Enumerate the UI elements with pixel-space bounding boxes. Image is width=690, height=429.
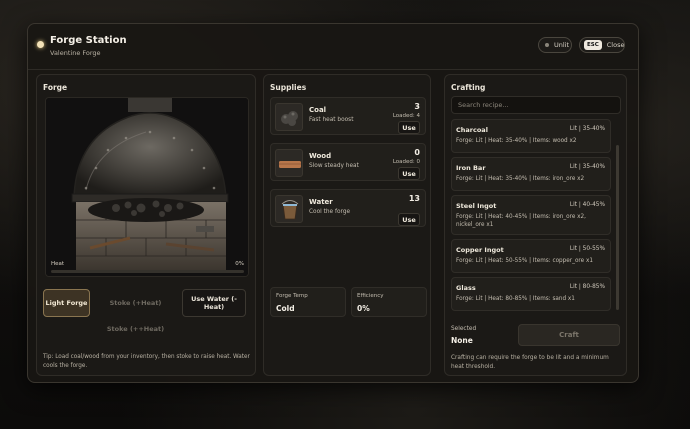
stoke-button[interactable]: Stoke (+Heat) [99, 289, 172, 317]
forge-tip: Tip: Load coal/wood from your inventory,… [43, 354, 250, 370]
recipe-item-steel-ingot[interactable]: Steel Ingot Lit | 40-45% Forge: Lit | He… [451, 195, 611, 235]
supply-desc: Cool the forge [309, 209, 351, 215]
selected-value: None [451, 336, 473, 345]
recipe-detail: Forge: Lit | Heat: 50-55% | Items: coppe… [456, 258, 593, 264]
recipe-tag: Lit | 35-40% [569, 126, 605, 132]
recipe-name: Glass [456, 284, 476, 292]
water-bucket-icon [275, 195, 303, 223]
supply-loaded: Loaded: 4 [392, 113, 420, 119]
supply-row-water: Water Cool the forge 13 Use [270, 189, 426, 227]
recipe-item-glass[interactable]: Glass Lit | 80-85% Forge: Lit | Heat: 80… [451, 277, 611, 311]
window-title: Forge Station [50, 35, 127, 46]
supply-loaded: Loaded: 0 [392, 159, 420, 165]
use-coal-button[interactable]: Use [398, 121, 420, 134]
recipe-name: Copper Ingot [456, 246, 504, 254]
recipe-detail: Forge: Lit | Heat: 80-85% | Items: sand … [456, 296, 575, 302]
heat-label: Heat [51, 261, 65, 267]
efficiency-label: Efficiency [357, 293, 384, 299]
supply-qty: 3 [414, 102, 420, 111]
coal-icon [275, 103, 303, 131]
status-dot-icon [545, 43, 549, 47]
stoke-more-button[interactable]: Stoke (++Heat) [99, 320, 172, 338]
recipe-list[interactable]: Charcoal Lit | 35-40% Forge: Lit | Heat:… [451, 119, 617, 311]
supply-qty: 0 [414, 148, 420, 157]
efficiency-value: 0% [357, 304, 370, 313]
status-light-icon [37, 41, 44, 48]
recipe-tag: Lit | 35-40% [569, 164, 605, 170]
window-header: Forge Station Valentine Forge Unlit ESC … [28, 24, 638, 70]
supply-desc: Fast heat boost [309, 117, 354, 123]
supply-row-coal: Coal Fast heat boost 3 Loaded: 4 Use [270, 97, 426, 135]
wood-icon [275, 149, 303, 177]
forge-illustration [46, 98, 248, 276]
forge-temp-label: Forge Temp [276, 293, 308, 299]
use-water-supply-button[interactable]: Use [398, 213, 420, 226]
crafting-panel: Crafting Charcoal Lit | 35-40% Forge: Li… [444, 74, 627, 376]
heat-progress-bar [51, 270, 244, 273]
supply-name: Coal [309, 106, 327, 114]
recipe-tag: Lit | 40-45% [569, 202, 605, 208]
craft-button[interactable]: Craft [518, 324, 620, 346]
recipe-search-input[interactable] [451, 96, 621, 114]
supply-name: Wood [309, 152, 332, 160]
recipe-item-charcoal[interactable]: Charcoal Lit | 35-40% Forge: Lit | Heat:… [451, 119, 611, 153]
supply-row-wood: Wood Slow steady heat 0 Loaded: 0 Use [270, 143, 426, 181]
forge-station-window: Forge Station Valentine Forge Unlit ESC … [27, 23, 639, 383]
forge-status-badge: Unlit [538, 37, 572, 53]
forge-image: Heat 0% [45, 97, 249, 277]
close-button[interactable]: ESC Close [579, 37, 625, 53]
close-label: Close [606, 41, 625, 49]
selected-label: Selected [451, 326, 477, 332]
supply-qty: 13 [408, 194, 420, 203]
recipe-item-copper-ingot[interactable]: Copper Ingot Lit | 50-55% Forge: Lit | H… [451, 239, 611, 273]
forge-panel-title: Forge [43, 83, 68, 92]
esc-key-hint: ESC [584, 40, 602, 50]
supplies-panel: Supplies Coal Fast heat boost 3 Loaded: … [263, 74, 431, 376]
use-water-button[interactable]: Use Water (-Heat) [182, 289, 246, 317]
use-wood-button[interactable]: Use [398, 167, 420, 180]
forge-temp-stat: Forge Temp Cold [270, 287, 346, 317]
forge-panel: Forge Heat 0% Light Forge Stoke (+Heat) … [36, 74, 256, 376]
supplies-panel-title: Supplies [270, 83, 307, 92]
efficiency-stat: Efficiency 0% [351, 287, 427, 317]
recipe-tag: Lit | 50-55% [569, 246, 605, 252]
recipe-name: Iron Bar [456, 164, 486, 172]
supply-name: Water [309, 198, 333, 206]
supply-desc: Slow steady heat [309, 163, 359, 169]
heat-value: 0% [235, 261, 244, 267]
forge-temp-value: Cold [276, 304, 295, 313]
recipe-detail: Forge: Lit | Heat: 35-40% | Items: iron_… [456, 176, 585, 182]
recipe-name: Charcoal [456, 126, 488, 134]
recipe-tag: Lit | 80-85% [569, 284, 605, 290]
status-text: Unlit [554, 41, 570, 49]
crafting-note: Crafting can require the forge to be lit… [451, 355, 609, 370]
recipe-name: Steel Ingot [456, 202, 497, 210]
recipe-detail: Forge: Lit | Heat: 40-45% | Items: iron_… [456, 214, 586, 229]
recipe-item-iron-bar[interactable]: Iron Bar Lit | 35-40% Forge: Lit | Heat:… [451, 157, 611, 191]
crafting-panel-title: Crafting [451, 83, 486, 92]
light-forge-button[interactable]: Light Forge [43, 289, 90, 317]
window-subtitle: Valentine Forge [50, 49, 101, 57]
recipe-scrollbar[interactable] [616, 145, 619, 310]
recipe-detail: Forge: Lit | Heat: 35-40% | Items: wood … [456, 138, 577, 144]
